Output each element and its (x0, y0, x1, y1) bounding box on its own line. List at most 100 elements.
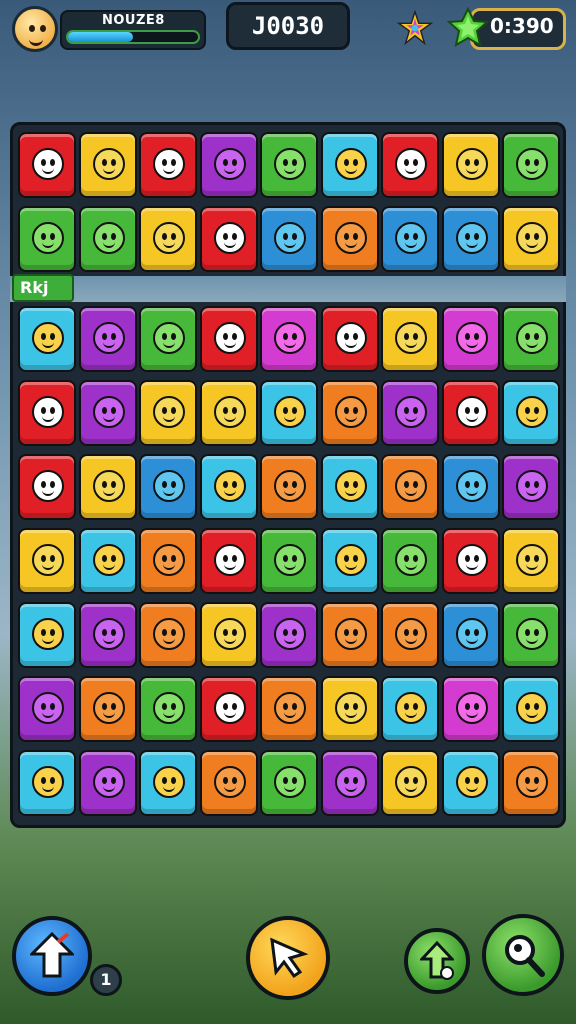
main-tile-6-7[interactable] (441, 750, 500, 816)
main-tile-1-7[interactable] (441, 380, 500, 446)
top-tile-1-3[interactable] (199, 206, 258, 272)
creature-face-icon (455, 618, 488, 650)
main-tile-5-7[interactable] (441, 676, 500, 742)
hint-button[interactable] (404, 928, 470, 994)
main-tile-5-0[interactable] (18, 676, 76, 742)
main-tile-5-3[interactable] (199, 676, 258, 742)
main-tile-6-6[interactable] (381, 750, 439, 816)
main-tile-0-2[interactable] (139, 306, 197, 372)
main-tile-1-6[interactable] (381, 380, 439, 446)
top-tile-1-4[interactable] (260, 206, 318, 272)
creature-face-icon (213, 618, 246, 650)
main-tile-4-6[interactable] (381, 602, 439, 668)
top-tile-1-5[interactable] (320, 206, 379, 272)
creature-face-icon (153, 148, 185, 180)
creature-face-icon (32, 692, 64, 724)
main-tile-4-1[interactable] (78, 602, 137, 668)
top-tile-1-0[interactable] (18, 206, 76, 272)
main-tile-0-8[interactable] (502, 306, 560, 372)
main-tile-3-3[interactable] (199, 528, 258, 594)
main-tile-3-4[interactable] (260, 528, 318, 594)
main-tile-2-8[interactable] (502, 454, 560, 520)
main-tile-1-5[interactable] (320, 380, 379, 446)
main-tile-6-0[interactable] (18, 750, 76, 816)
main-tile-0-6[interactable] (381, 306, 439, 372)
main-tile-0-4[interactable] (260, 306, 318, 372)
main-tile-3-5[interactable] (320, 528, 379, 594)
creature-face-icon (516, 222, 548, 254)
rainbow-star-icon[interactable] (396, 10, 434, 48)
top-tile-0-0[interactable] (18, 132, 76, 198)
top-tile-0-1[interactable] (78, 132, 137, 198)
main-tile-2-7[interactable] (441, 454, 500, 520)
main-tile-0-5[interactable] (320, 306, 379, 372)
main-tile-4-0[interactable] (18, 602, 76, 668)
main-tile-3-0[interactable] (18, 528, 76, 594)
main-tile-4-2[interactable] (139, 602, 197, 668)
main-tile-5-5[interactable] (320, 676, 379, 742)
top-tile-1-8[interactable] (502, 206, 560, 272)
top-tile-1-1[interactable] (78, 206, 137, 272)
main-tile-5-8[interactable] (502, 676, 560, 742)
main-tile-6-8[interactable] (502, 750, 560, 816)
main-tile-4-7[interactable] (441, 602, 500, 668)
main-tile-3-7[interactable] (441, 528, 500, 594)
main-tile-1-8[interactable] (502, 380, 560, 446)
creature-face-icon (334, 544, 367, 576)
top-tile-0-4[interactable] (260, 132, 318, 198)
main-tile-5-4[interactable] (260, 676, 318, 742)
main-tile-4-5[interactable] (320, 602, 379, 668)
top-tile-1-7[interactable] (441, 206, 500, 272)
main-tile-5-1[interactable] (78, 676, 137, 742)
main-tile-2-2[interactable] (139, 454, 197, 520)
main-tile-0-3[interactable] (199, 306, 258, 372)
main-tile-6-4[interactable] (260, 750, 318, 816)
main-tile-4-4[interactable] (260, 602, 318, 668)
main-tile-2-0[interactable] (18, 454, 76, 520)
main-tile-6-5[interactable] (320, 750, 379, 816)
main-tile-3-2[interactable] (139, 528, 197, 594)
top-tile-0-6[interactable] (381, 132, 439, 198)
main-tile-4-8[interactable] (502, 602, 560, 668)
main-tile-0-0[interactable] (18, 306, 76, 372)
main-tile-0-7[interactable] (441, 306, 500, 372)
creature-face-icon (274, 148, 306, 180)
main-tile-3-1[interactable] (78, 528, 137, 594)
top-tile-0-3[interactable] (199, 132, 258, 198)
top-tile-0-2[interactable] (139, 132, 197, 198)
top-tile-0-8[interactable] (502, 132, 560, 198)
boost-up-button[interactable] (12, 916, 92, 996)
creature-face-icon (516, 766, 548, 798)
main-tile-1-4[interactable] (260, 380, 318, 446)
creature-face-icon (92, 766, 125, 798)
main-tile-2-6[interactable] (381, 454, 439, 520)
main-tile-2-4[interactable] (260, 454, 318, 520)
main-tile-5-6[interactable] (381, 676, 439, 742)
top-tile-1-6[interactable] (381, 206, 439, 272)
main-tile-1-1[interactable] (78, 380, 137, 446)
main-tile-4-3[interactable] (199, 602, 258, 668)
main-tile-0-1[interactable] (78, 306, 137, 372)
creature-face-icon (32, 148, 64, 180)
main-tile-3-6[interactable] (381, 528, 439, 594)
top-tile-1-2[interactable] (139, 206, 197, 272)
search-button[interactable] (482, 914, 564, 996)
player-name: NOUZE8 (102, 13, 165, 28)
top-tile-0-5[interactable] (320, 132, 379, 198)
main-tile-1-0[interactable] (18, 380, 76, 446)
green-gem-icon (446, 6, 490, 48)
top-tile-0-7[interactable] (441, 132, 500, 198)
main-tile-2-5[interactable] (320, 454, 379, 520)
main-tile-2-1[interactable] (78, 454, 137, 520)
main-tile-1-2[interactable] (139, 380, 197, 446)
creature-face-icon (92, 692, 125, 724)
main-tile-6-1[interactable] (78, 750, 137, 816)
main-tile-3-8[interactable] (502, 528, 560, 594)
main-tile-6-2[interactable] (139, 750, 197, 816)
pointer-tool-button[interactable] (246, 916, 330, 1000)
main-tile-6-3[interactable] (199, 750, 258, 816)
main-tile-1-3[interactable] (199, 380, 258, 446)
main-tile-2-3[interactable] (199, 454, 258, 520)
main-tile-5-2[interactable] (139, 676, 197, 742)
player-avatar[interactable] (12, 6, 58, 52)
